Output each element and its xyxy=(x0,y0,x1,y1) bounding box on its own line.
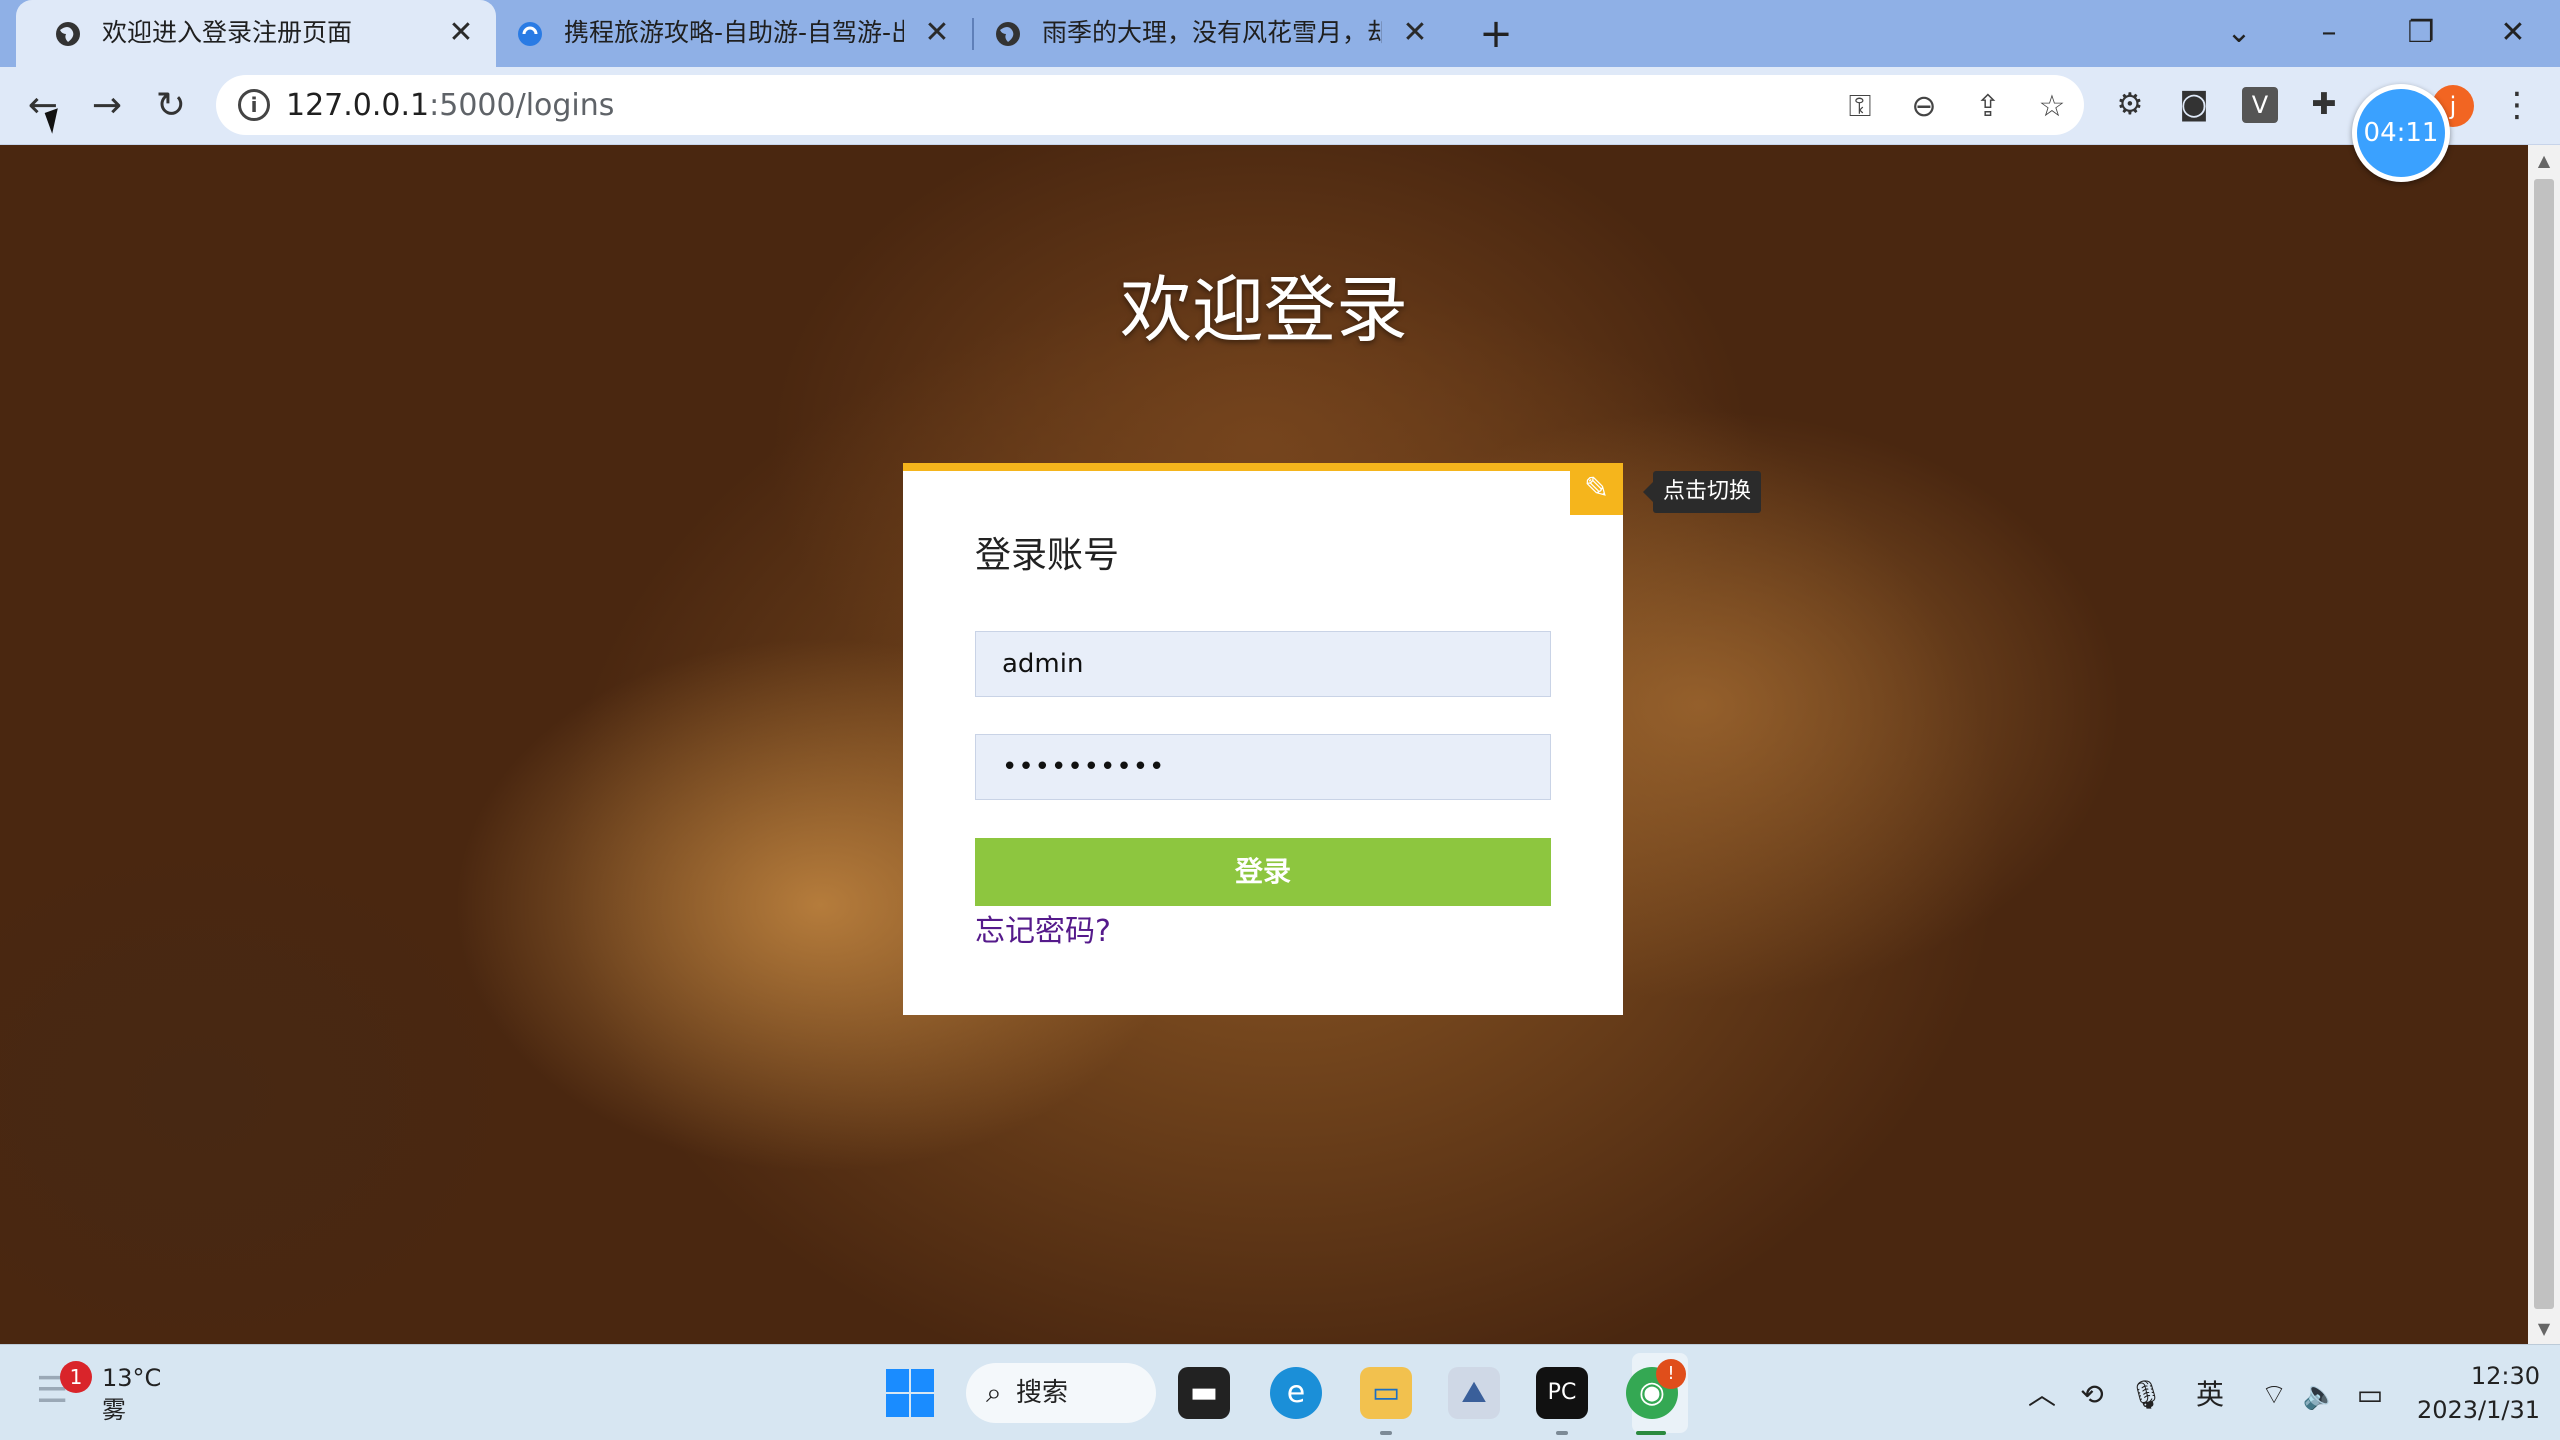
username-input[interactable]: admin xyxy=(975,631,1551,697)
edge-icon[interactable]: e xyxy=(1270,1367,1322,1419)
volume-icon[interactable]: 🔈 xyxy=(2300,1375,2340,1415)
switch-tooltip: 点击切换 xyxy=(1642,471,1762,513)
start-tile xyxy=(911,1369,934,1392)
tab-title: 雨季的大理，没有风花雪月，却 xyxy=(1042,18,1382,47)
extension-icon[interactable]: ⚙ xyxy=(2108,83,2152,127)
forward-button[interactable]: → xyxy=(84,83,130,129)
close-window-button[interactable]: ✕ xyxy=(2488,8,2538,58)
reload-button[interactable]: ↻ xyxy=(148,83,194,129)
browser-toolbar: ← → ↻ i 127.0.0.1:5000/logins ⚿ ⊖ ⇪ ☆ ⚙ … xyxy=(0,67,2560,145)
scroll-up-icon[interactable]: ▲ xyxy=(2528,149,2560,173)
minimize-button[interactable]: – xyxy=(2304,8,2354,58)
tab-dali[interactable]: 雨季的大理，没有风花雪月，却 ✕ xyxy=(974,0,1450,67)
ime-indicator[interactable]: 英 xyxy=(2190,1375,2230,1415)
page-viewport: 欢迎登录 登录账号 admin •••••••••• 登录 忘记密码? ✎ 点击… xyxy=(0,145,2528,1344)
tab-search-icon[interactable]: ⌄ xyxy=(2214,8,2264,58)
extension-v-icon[interactable]: V xyxy=(2242,87,2278,123)
login-card: 登录账号 admin •••••••••• 登录 忘记密码? xyxy=(903,463,1623,1015)
clock-date[interactable]: 2023/1/31 xyxy=(2400,1395,2540,1425)
sync-icon[interactable]: ⟲ xyxy=(2072,1375,2112,1415)
restore-button[interactable]: ❐ xyxy=(2396,8,2446,58)
running-indicator xyxy=(1556,1431,1568,1435)
card-title: 登录账号 xyxy=(975,535,1120,576)
tab-title: 携程旅游攻略-自助游-自驾游-出 xyxy=(564,18,904,47)
key-icon[interactable]: ⚿ xyxy=(1840,87,1880,127)
url-path: :5000/logins xyxy=(429,88,615,123)
battery-icon[interactable]: ▭ xyxy=(2350,1375,2390,1415)
login-button[interactable]: 登录 xyxy=(975,838,1551,906)
microphone-icon[interactable]: 🎙 xyxy=(2126,1375,2166,1415)
tab-login[interactable]: 欢迎进入登录注册页面 ✕ xyxy=(16,0,496,67)
bookmark-star-icon[interactable]: ☆ xyxy=(2032,87,2072,127)
scroll-thumb[interactable] xyxy=(2534,179,2554,1309)
notification-badge: ! xyxy=(1656,1359,1686,1389)
search-label: 搜索 xyxy=(1016,1378,1069,1408)
ctrip-icon xyxy=(518,22,542,46)
url-host: 127.0.0.1 xyxy=(286,88,430,123)
info-icon[interactable]: i xyxy=(238,89,270,121)
running-indicator xyxy=(1636,1431,1666,1435)
pycharm-icon[interactable]: PC xyxy=(1536,1367,1588,1419)
wifi-icon[interactable]: ⌔ xyxy=(2254,1375,2294,1415)
taskbar: ☰ 1 13°C 雾 ⌕ 搜索 ▬ e ▭ ⛰ PC ◉ ! ︿ ⟲ 🎙 英 ⌔… xyxy=(0,1344,2560,1440)
start-tile xyxy=(911,1394,934,1417)
puzzle-icon[interactable]: ✚ xyxy=(2302,83,2346,127)
zoom-icon[interactable]: ⊖ xyxy=(1904,87,1944,127)
page-title: 欢迎登录 xyxy=(1119,268,1408,352)
weather-description[interactable]: 雾 xyxy=(102,1395,126,1425)
scroll-down-icon[interactable]: ▼ xyxy=(2528,1317,2560,1341)
windows-start-icon[interactable] xyxy=(886,1369,934,1417)
menu-icon[interactable]: ⋮ xyxy=(2500,83,2534,127)
new-tab-button[interactable]: + xyxy=(1476,12,1516,56)
tab-title: 欢迎进入登录注册页面 xyxy=(102,18,353,47)
chevron-up-icon[interactable]: ︿ xyxy=(2022,1375,2062,1415)
recording-timer[interactable]: 04:11 xyxy=(2352,84,2450,182)
globe-icon xyxy=(56,22,80,46)
close-icon[interactable]: ✕ xyxy=(446,16,476,50)
running-indicator xyxy=(1380,1431,1392,1435)
forgot-password-link[interactable]: 忘记密码? xyxy=(975,912,1111,952)
address-bar[interactable]: i 127.0.0.1:5000/logins ⚿ ⊖ ⇪ ☆ xyxy=(216,75,2084,135)
share-icon[interactable]: ⇪ xyxy=(1968,87,2008,127)
pencil-icon[interactable]: ✎ xyxy=(1570,463,1623,515)
page-scrollbar[interactable]: ▲ ▼ xyxy=(2528,145,2560,1344)
terminal-icon[interactable]: ▬ xyxy=(1178,1367,1230,1419)
image-viewer-icon[interactable]: ⛰ xyxy=(1448,1367,1500,1419)
url-text[interactable]: 127.0.0.1:5000/logins xyxy=(286,88,614,124)
password-input[interactable]: •••••••••• xyxy=(975,734,1551,800)
search-icon: ⌕ xyxy=(986,1376,1002,1409)
close-icon[interactable]: ✕ xyxy=(1400,16,1430,50)
notification-badge: 1 xyxy=(60,1361,92,1393)
close-icon[interactable]: ✕ xyxy=(922,16,952,50)
file-explorer-icon[interactable]: ▭ xyxy=(1360,1367,1412,1419)
weather-temperature[interactable]: 13°C xyxy=(102,1363,161,1393)
clock-time[interactable]: 12:30 xyxy=(2440,1361,2540,1391)
tab-bar: 欢迎进入登录注册页面 ✕ 携程旅游攻略-自助游-自驾游-出 ✕ 雨季的大理，没有… xyxy=(0,0,2560,67)
taskbar-search[interactable]: ⌕ 搜索 xyxy=(966,1363,1156,1423)
tab-ctrip[interactable]: 携程旅游攻略-自助游-自驾游-出 ✕ xyxy=(496,0,972,67)
globe-icon xyxy=(996,22,1020,46)
start-tile xyxy=(886,1394,909,1417)
start-tile xyxy=(886,1369,909,1392)
extension-icon[interactable]: ◙ xyxy=(2172,83,2216,127)
